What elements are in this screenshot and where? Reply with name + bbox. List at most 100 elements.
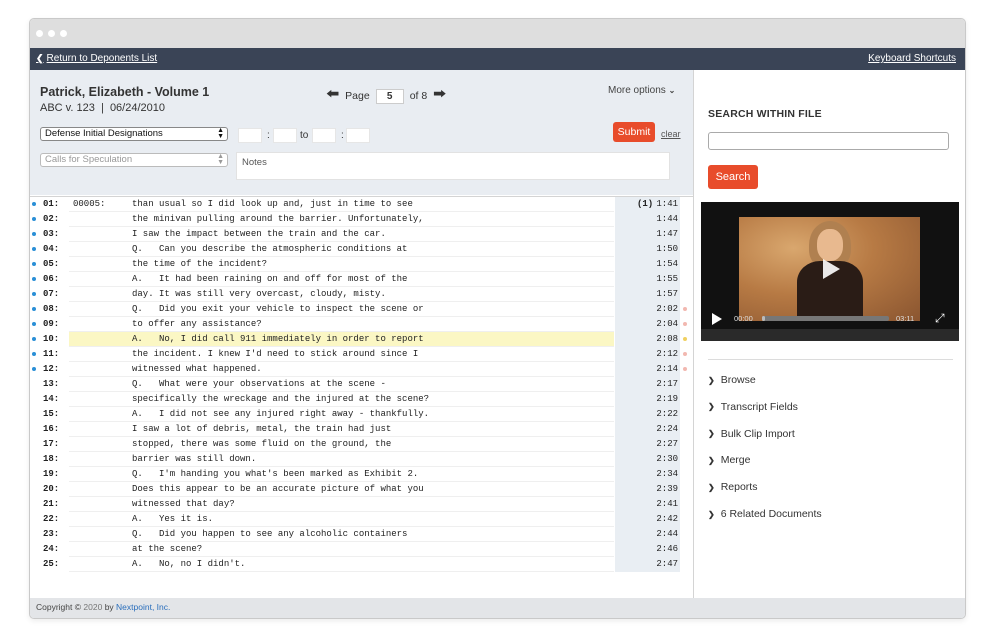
- line-timestamp[interactable]: 2:08: [636, 334, 678, 344]
- line-timestamp[interactable]: 1:44: [636, 214, 678, 224]
- transcript-line[interactable]: 08: Q. Did you exit your vehicle to inspe…: [30, 302, 693, 317]
- line-body[interactable]: to offer any assistance?: [69, 317, 614, 332]
- submit-button[interactable]: Submit: [613, 122, 655, 142]
- objection-select[interactable]: Calls for Speculation ▲ ▼: [40, 153, 228, 167]
- line-timestamp[interactable]: 2:44: [636, 529, 678, 539]
- line-timestamp[interactable]: 2:47: [636, 559, 678, 569]
- transcript-line[interactable]: 20: Does this appear to be an accurate pi…: [30, 482, 693, 497]
- line-body[interactable]: A. It had been raining on and off for mo…: [69, 272, 614, 287]
- line-timestamp[interactable]: 2:27: [636, 439, 678, 449]
- brand-link[interactable]: Nextpoint, Inc.: [116, 602, 170, 612]
- line-body[interactable]: witnessed what happened.: [69, 362, 614, 377]
- line-timestamp[interactable]: 2:17: [636, 379, 678, 389]
- transcript-line[interactable]: 16: I saw a lot of debris, metal, the tra…: [30, 422, 693, 437]
- line-body[interactable]: the time of the incident?: [69, 257, 614, 272]
- line-body[interactable]: Q. I'm handing you what's been marked as…: [69, 467, 614, 482]
- transcript-line[interactable]: 15: A. I did not see any injured right aw…: [30, 407, 693, 422]
- transcript-line[interactable]: 23: Q. Did you happen to see any alcoholi…: [30, 527, 693, 542]
- search-button[interactable]: Search: [708, 165, 758, 189]
- prev-page-arrow-icon[interactable]: 🠰: [326, 85, 339, 107]
- clear-link[interactable]: clear: [661, 129, 681, 139]
- play-overlay-icon[interactable]: [823, 259, 840, 279]
- line-body[interactable]: witnessed that day?: [69, 497, 614, 512]
- return-to-deponents-link[interactable]: ❮ Return to Deponents List: [36, 53, 157, 64]
- line-timestamp[interactable]: 1:54: [636, 259, 678, 269]
- line-body[interactable]: A. No, I did call 911 immediately in ord…: [69, 332, 614, 347]
- start-second-input[interactable]: [273, 128, 297, 143]
- line-body[interactable]: 00005: than usual so I did look up and, j…: [69, 197, 614, 212]
- video-player[interactable]: 00:00 03:11 ⤢: [701, 202, 959, 341]
- transcript-line[interactable]: 10: A. No, I did call 911 immediately in …: [30, 332, 693, 347]
- line-timestamp[interactable]: 2:42: [636, 514, 678, 524]
- next-page-arrow-icon[interactable]: 🠲: [433, 85, 446, 107]
- line-timestamp[interactable]: 2:30: [636, 454, 678, 464]
- line-body[interactable]: A. Yes it is.: [69, 512, 614, 527]
- transcript-line[interactable]: 07: day. It was still very overcast, clou…: [30, 287, 693, 302]
- transcript-line[interactable]: 04: Q. Can you describe the atmospheric c…: [30, 242, 693, 257]
- line-timestamp[interactable]: 2:39: [636, 484, 678, 494]
- designation-type-select[interactable]: Defense Initial Designations ▲ ▼: [40, 127, 228, 141]
- line-body[interactable]: I saw a lot of debris, metal, the train …: [69, 422, 614, 437]
- menu-item-transcript-fields[interactable]: ❯ Transcript Fields: [708, 401, 798, 413]
- transcript-line[interactable]: 14: specifically the wreckage and the inj…: [30, 392, 693, 407]
- line-timestamp[interactable]: 2:12: [636, 349, 678, 359]
- transcript-line[interactable]: 11: the incident. I knew I'd need to stic…: [30, 347, 693, 362]
- end-minute-input[interactable]: [312, 128, 336, 143]
- fullscreen-icon[interactable]: ⤢: [935, 311, 945, 326]
- transcript-line[interactable]: 13: Q. What were your observations at the…: [30, 377, 693, 392]
- line-body[interactable]: Q. Did you exit your vehicle to inspect …: [69, 302, 614, 317]
- line-body[interactable]: Does this appear to be an accurate pictu…: [69, 482, 614, 497]
- line-body[interactable]: A. No, no I didn't.: [69, 557, 614, 572]
- play-icon[interactable]: [712, 313, 722, 325]
- line-timestamp[interactable]: 2:34: [636, 469, 678, 479]
- line-timestamp[interactable]: 2:19: [636, 394, 678, 404]
- window-dot-maximize[interactable]: [60, 30, 67, 37]
- line-body[interactable]: Q. Can you describe the atmospheric cond…: [69, 242, 614, 257]
- line-timestamp[interactable]: 2:41: [636, 499, 678, 509]
- line-body[interactable]: the minivan pulling around the barrier. …: [69, 212, 614, 227]
- transcript-line[interactable]: 25: A. No, no I didn't. 2:47: [30, 557, 693, 572]
- line-body[interactable]: at the scene?: [69, 542, 614, 557]
- line-timestamp[interactable]: 2:02: [636, 304, 678, 314]
- line-body[interactable]: day. It was still very overcast, cloudy,…: [69, 287, 614, 302]
- menu-item-reports[interactable]: ❯ Reports: [708, 481, 757, 493]
- line-timestamp[interactable]: 1:47: [636, 229, 678, 239]
- menu-item-bulk-clip-import[interactable]: ❯ Bulk Clip Import: [708, 428, 795, 440]
- window-dot-minimize[interactable]: [48, 30, 55, 37]
- line-timestamp[interactable]: 2:22: [636, 409, 678, 419]
- line-body[interactable]: I saw the impact between the train and t…: [69, 227, 614, 242]
- transcript-line[interactable]: 21: witnessed that day? 2:41: [30, 497, 693, 512]
- transcript-line[interactable]: 22: A. Yes it is. 2:42: [30, 512, 693, 527]
- line-timestamp[interactable]: 1:50: [636, 244, 678, 254]
- line-body[interactable]: barrier was still down.: [69, 452, 614, 467]
- line-timestamp[interactable]: 2:14: [636, 364, 678, 374]
- line-timestamp[interactable]: 1:55: [636, 274, 678, 284]
- transcript-line[interactable]: 09: to offer any assistance? 2:04: [30, 317, 693, 332]
- line-timestamp[interactable]: 1:41: [636, 199, 678, 209]
- transcript-line[interactable]: 03: I saw the impact between the train an…: [30, 227, 693, 242]
- transcript-line[interactable]: 12: witnessed what happened. 2:14: [30, 362, 693, 377]
- line-body[interactable]: A. I did not see any injured right away …: [69, 407, 614, 422]
- line-body[interactable]: Q. Did you happen to see any alcoholic c…: [69, 527, 614, 542]
- transcript-line[interactable]: 05: the time of the incident? 1:54: [30, 257, 693, 272]
- line-timestamp[interactable]: 2:24: [636, 424, 678, 434]
- transcript-line[interactable]: 17: stopped, there was some fluid on the …: [30, 437, 693, 452]
- line-body[interactable]: Q. What were your observations at the sc…: [69, 377, 614, 392]
- menu-item-related-documents[interactable]: ❯ 6 Related Documents: [708, 508, 822, 520]
- menu-item-merge[interactable]: ❯ Merge: [708, 454, 750, 466]
- menu-item-browse[interactable]: ❯ Browse: [708, 374, 756, 386]
- transcript-line[interactable]: 02: the minivan pulling around the barrie…: [30, 212, 693, 227]
- transcript-line[interactable]: 06: A. It had been raining on and off for…: [30, 272, 693, 287]
- transcript-line[interactable]: 01: 00005: than usual so I did look up and…: [30, 197, 693, 212]
- search-input[interactable]: [708, 132, 949, 150]
- more-options-dropdown[interactable]: More options ⌄: [608, 85, 675, 96]
- transcript-line[interactable]: 19: Q. I'm handing you what's been marked…: [30, 467, 693, 482]
- transcript-line[interactable]: 18: barrier was still down. 2:30: [30, 452, 693, 467]
- line-timestamp[interactable]: 1:57: [636, 289, 678, 299]
- notes-field[interactable]: Notes: [236, 152, 670, 180]
- line-body[interactable]: specifically the wreckage and the injure…: [69, 392, 614, 407]
- start-minute-input[interactable]: [238, 128, 262, 143]
- keyboard-shortcuts-link[interactable]: Keyboard Shortcuts: [868, 53, 956, 64]
- line-body[interactable]: the incident. I knew I'd need to stick a…: [69, 347, 614, 362]
- line-body[interactable]: stopped, there was some fluid on the gro…: [69, 437, 614, 452]
